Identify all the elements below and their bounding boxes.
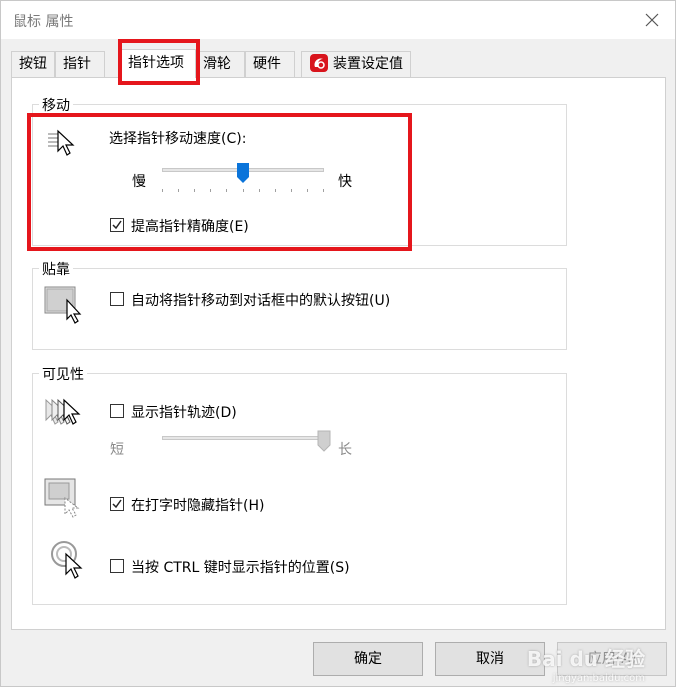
mouse-properties-window: 鼠标 属性 按钮 指针 指针选项 滑轮 硬件 装置设定值 移动 选择指针移动速度…	[0, 0, 676, 687]
check-mark-icon	[112, 220, 122, 230]
tab-pointer-options[interactable]: 指针选项	[120, 49, 196, 78]
precision-label: 提高指针精确度(E)	[131, 219, 249, 235]
hide-while-typing-icon	[44, 478, 84, 522]
short-label: 短	[110, 442, 124, 458]
trail-slider-track	[162, 436, 324, 440]
visibility-group-label: 可见性	[39, 364, 87, 384]
trail-length-slider[interactable]	[162, 430, 331, 460]
speed-slider-thumb[interactable]	[236, 162, 250, 184]
snap-to-label: 自动将指针移动到对话框中的默认按钮(U)	[131, 293, 391, 309]
close-button[interactable]	[637, 7, 667, 33]
long-label: 长	[338, 442, 352, 458]
window-title: 鼠标 属性	[13, 14, 74, 30]
pointer-trails-checkbox[interactable]	[110, 404, 124, 418]
watermark-brand: Bai du 经验	[526, 647, 645, 671]
show-location-icon	[50, 540, 86, 584]
slider-tick	[290, 189, 292, 192]
title-bar: 鼠标 属性	[1, 1, 675, 39]
show-location-checkbox[interactable]	[110, 559, 124, 573]
slider-tick	[178, 189, 180, 192]
pointer-trails-label: 显示指针轨迹(D)	[131, 405, 237, 421]
pointer-speed-slider[interactable]	[162, 163, 324, 192]
pointer-speed-icon	[46, 128, 80, 162]
tab-hardware[interactable]: 硬件	[245, 51, 295, 77]
tab-buttons[interactable]: 按钮	[11, 51, 55, 77]
snap-to-checkbox[interactable]	[110, 292, 124, 306]
pointer-trails-icon	[44, 396, 84, 434]
slider-tick	[194, 189, 196, 192]
close-icon	[645, 13, 659, 27]
motion-group-label: 移动	[39, 95, 73, 115]
slider-tick	[306, 189, 308, 192]
ok-button[interactable]: 确定	[313, 642, 423, 676]
slider-tick	[274, 189, 276, 192]
tab-pointers[interactable]: 指针	[55, 51, 105, 77]
snap-to-icon	[44, 286, 84, 330]
watermark-url: jingyan.baidu.com	[552, 673, 645, 684]
slider-tick	[242, 189, 244, 192]
tab-device-settings[interactable]: 装置设定值	[301, 51, 411, 77]
hide-while-typing-label: 在打字时隐藏指针(H)	[131, 498, 265, 514]
slider-tick	[162, 189, 163, 192]
snap-group-label: 贴靠	[39, 259, 73, 279]
slider-tick	[226, 189, 228, 192]
device-settings-icon	[310, 54, 328, 72]
check-mark-icon	[112, 499, 122, 509]
slider-tick	[210, 189, 212, 192]
precision-checkbox[interactable]	[110, 218, 124, 232]
trail-slider-thumb[interactable]	[317, 430, 331, 452]
hide-while-typing-checkbox[interactable]	[110, 497, 124, 511]
slow-label: 慢	[132, 174, 146, 190]
show-location-label: 当按 CTRL 键时显示指针的位置(S)	[131, 560, 350, 576]
speed-label: 选择指针移动速度(C):	[109, 131, 247, 147]
fast-label: 快	[338, 174, 352, 190]
slider-tick	[323, 189, 324, 192]
slider-tick	[258, 189, 260, 192]
pointer-options-panel: 移动 选择指针移动速度(C): 慢 快 提高指针精确度(E) 贴靠 自动将指针移…	[11, 77, 666, 630]
tab-wheel[interactable]: 滑轮	[195, 51, 245, 77]
